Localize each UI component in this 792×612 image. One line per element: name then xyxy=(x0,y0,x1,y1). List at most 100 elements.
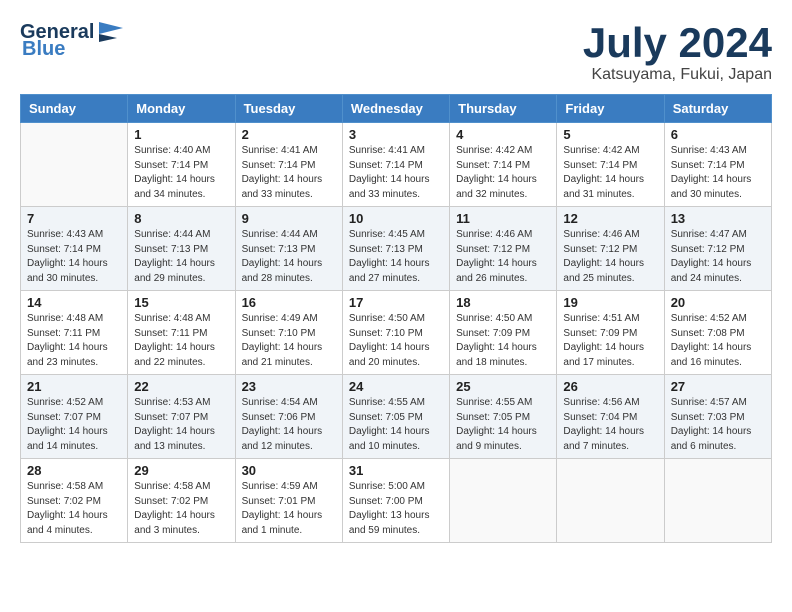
day-info: Sunrise: 4:43 AM Sunset: 7:14 PM Dayligh… xyxy=(671,144,765,202)
day-info: Sunrise: 4:46 AM Sunset: 7:12 PM Dayligh… xyxy=(563,228,657,286)
calendar-cell: 14 Sunrise: 4:48 AM Sunset: 7:11 PM Dayli… xyxy=(21,291,128,375)
day-number: 24 xyxy=(349,379,443,394)
day-number: 1 xyxy=(134,127,228,142)
day-number: 13 xyxy=(671,211,765,226)
day-info: Sunrise: 4:40 AM Sunset: 7:14 PM Dayligh… xyxy=(134,144,228,202)
location-text: Katsuyama, Fukui, Japan xyxy=(583,66,772,84)
calendar-cell xyxy=(21,123,128,207)
calendar-cell: 31 Sunrise: 5:00 AM Sunset: 7:00 PM Dayli… xyxy=(342,459,449,543)
day-number: 28 xyxy=(27,463,121,478)
calendar-cell: 2 Sunrise: 4:41 AM Sunset: 7:14 PM Daylig… xyxy=(235,123,342,207)
calendar-cell: 5 Sunrise: 4:42 AM Sunset: 7:14 PM Daylig… xyxy=(557,123,664,207)
calendar-cell: 8 Sunrise: 4:44 AM Sunset: 7:13 PM Daylig… xyxy=(128,207,235,291)
day-number: 31 xyxy=(349,463,443,478)
calendar-cell: 9 Sunrise: 4:44 AM Sunset: 7:13 PM Daylig… xyxy=(235,207,342,291)
calendar-cell: 15 Sunrise: 4:48 AM Sunset: 7:11 PM Dayli… xyxy=(128,291,235,375)
day-info: Sunrise: 4:50 AM Sunset: 7:10 PM Dayligh… xyxy=(349,312,443,370)
calendar-cell: 29 Sunrise: 4:58 AM Sunset: 7:02 PM Dayli… xyxy=(128,459,235,543)
calendar-cell: 4 Sunrise: 4:42 AM Sunset: 7:14 PM Daylig… xyxy=(450,123,557,207)
day-number: 15 xyxy=(134,295,228,310)
day-info: Sunrise: 4:58 AM Sunset: 7:02 PM Dayligh… xyxy=(134,480,228,538)
day-number: 29 xyxy=(134,463,228,478)
calendar-week-4: 21 Sunrise: 4:52 AM Sunset: 7:07 PM Dayli… xyxy=(21,375,772,459)
calendar-cell xyxy=(557,459,664,543)
calendar-week-3: 14 Sunrise: 4:48 AM Sunset: 7:11 PM Dayli… xyxy=(21,291,772,375)
col-header-friday: Friday xyxy=(557,95,664,123)
logo-blue-text: Blue xyxy=(22,38,65,61)
page-header: General Blue July 2024 Katsuyama, Fukui,… xyxy=(20,20,772,84)
month-title: July 2024 xyxy=(583,20,772,66)
day-info: Sunrise: 4:56 AM Sunset: 7:04 PM Dayligh… xyxy=(563,396,657,454)
day-info: Sunrise: 4:52 AM Sunset: 7:08 PM Dayligh… xyxy=(671,312,765,370)
day-info: Sunrise: 4:44 AM Sunset: 7:13 PM Dayligh… xyxy=(242,228,336,286)
day-number: 16 xyxy=(242,295,336,310)
day-number: 17 xyxy=(349,295,443,310)
calendar-cell: 19Sunrise: 4:51 AM Sunset: 7:09 PM Dayli… xyxy=(557,291,664,375)
calendar-cell: 22 Sunrise: 4:53 AM Sunset: 7:07 PM Dayli… xyxy=(128,375,235,459)
col-header-wednesday: Wednesday xyxy=(342,95,449,123)
day-number: 2 xyxy=(242,127,336,142)
day-info: Sunrise: 5:00 AM Sunset: 7:00 PM Dayligh… xyxy=(349,480,443,538)
day-info: Sunrise: 4:44 AM Sunset: 7:13 PM Dayligh… xyxy=(134,228,228,286)
day-number: 3 xyxy=(349,127,443,142)
day-number: 25 xyxy=(456,379,550,394)
day-info: Sunrise: 4:57 AM Sunset: 7:03 PM Dayligh… xyxy=(671,396,765,454)
day-info: Sunrise: 4:55 AM Sunset: 7:05 PM Dayligh… xyxy=(349,396,443,454)
calendar-cell: 28 Sunrise: 4:58 AM Sunset: 7:02 PM Dayli… xyxy=(21,459,128,543)
day-number: 9 xyxy=(242,211,336,226)
calendar-cell: 7Sunrise: 4:43 AM Sunset: 7:14 PM Daylig… xyxy=(21,207,128,291)
day-number: 11 xyxy=(456,211,550,226)
day-info: Sunrise: 4:41 AM Sunset: 7:14 PM Dayligh… xyxy=(349,144,443,202)
calendar-cell xyxy=(450,459,557,543)
col-header-monday: Monday xyxy=(128,95,235,123)
day-number: 20 xyxy=(671,295,765,310)
day-info: Sunrise: 4:46 AM Sunset: 7:12 PM Dayligh… xyxy=(456,228,550,286)
day-number: 30 xyxy=(242,463,336,478)
day-info: Sunrise: 4:42 AM Sunset: 7:14 PM Dayligh… xyxy=(456,144,550,202)
day-info: Sunrise: 4:42 AM Sunset: 7:14 PM Dayligh… xyxy=(563,144,657,202)
calendar-cell: 20 Sunrise: 4:52 AM Sunset: 7:08 PM Dayli… xyxy=(664,291,771,375)
calendar-table: SundayMondayTuesdayWednesdayThursdayFrid… xyxy=(20,94,772,543)
calendar-cell: 12Sunrise: 4:46 AM Sunset: 7:12 PM Dayli… xyxy=(557,207,664,291)
day-info: Sunrise: 4:48 AM Sunset: 7:11 PM Dayligh… xyxy=(27,312,121,370)
day-number: 5 xyxy=(563,127,657,142)
col-header-thursday: Thursday xyxy=(450,95,557,123)
day-info: Sunrise: 4:55 AM Sunset: 7:05 PM Dayligh… xyxy=(456,396,550,454)
day-info: Sunrise: 4:50 AM Sunset: 7:09 PM Dayligh… xyxy=(456,312,550,370)
calendar-cell: 27Sunrise: 4:57 AM Sunset: 7:03 PM Dayli… xyxy=(664,375,771,459)
day-number: 18 xyxy=(456,295,550,310)
calendar-cell: 11 Sunrise: 4:46 AM Sunset: 7:12 PM Dayli… xyxy=(450,207,557,291)
day-info: Sunrise: 4:49 AM Sunset: 7:10 PM Dayligh… xyxy=(242,312,336,370)
col-header-saturday: Saturday xyxy=(664,95,771,123)
day-info: Sunrise: 4:51 AM Sunset: 7:09 PM Dayligh… xyxy=(563,312,657,370)
day-info: Sunrise: 4:52 AM Sunset: 7:07 PM Dayligh… xyxy=(27,396,121,454)
title-block: July 2024 Katsuyama, Fukui, Japan xyxy=(583,20,772,84)
day-info: Sunrise: 4:58 AM Sunset: 7:02 PM Dayligh… xyxy=(27,480,121,538)
col-header-sunday: Sunday xyxy=(21,95,128,123)
calendar-week-1: 1 Sunrise: 4:40 AM Sunset: 7:14 PM Daylig… xyxy=(21,123,772,207)
calendar-cell xyxy=(664,459,771,543)
day-number: 14 xyxy=(27,295,121,310)
calendar-cell: 26 Sunrise: 4:56 AM Sunset: 7:04 PM Dayli… xyxy=(557,375,664,459)
calendar-cell: 3 Sunrise: 4:41 AM Sunset: 7:14 PM Daylig… xyxy=(342,123,449,207)
day-number: 26 xyxy=(563,379,657,394)
day-number: 8 xyxy=(134,211,228,226)
calendar-cell: 30Sunrise: 4:59 AM Sunset: 7:01 PM Dayli… xyxy=(235,459,342,543)
calendar-header-row: SundayMondayTuesdayWednesdayThursdayFrid… xyxy=(21,95,772,123)
calendar-cell: 10Sunrise: 4:45 AM Sunset: 7:13 PM Dayli… xyxy=(342,207,449,291)
day-number: 4 xyxy=(456,127,550,142)
calendar-cell: 1 Sunrise: 4:40 AM Sunset: 7:14 PM Daylig… xyxy=(128,123,235,207)
col-header-tuesday: Tuesday xyxy=(235,95,342,123)
day-info: Sunrise: 4:48 AM Sunset: 7:11 PM Dayligh… xyxy=(134,312,228,370)
day-number: 22 xyxy=(134,379,228,394)
day-info: Sunrise: 4:53 AM Sunset: 7:07 PM Dayligh… xyxy=(134,396,228,454)
day-info: Sunrise: 4:47 AM Sunset: 7:12 PM Dayligh… xyxy=(671,228,765,286)
logo-flag-icon xyxy=(95,20,127,44)
calendar-cell: 17 Sunrise: 4:50 AM Sunset: 7:10 PM Dayli… xyxy=(342,291,449,375)
calendar-week-2: 7Sunrise: 4:43 AM Sunset: 7:14 PM Daylig… xyxy=(21,207,772,291)
day-number: 23 xyxy=(242,379,336,394)
day-info: Sunrise: 4:41 AM Sunset: 7:14 PM Dayligh… xyxy=(242,144,336,202)
day-number: 21 xyxy=(27,379,121,394)
calendar-cell: 6Sunrise: 4:43 AM Sunset: 7:14 PM Daylig… xyxy=(664,123,771,207)
day-number: 7 xyxy=(27,211,121,226)
